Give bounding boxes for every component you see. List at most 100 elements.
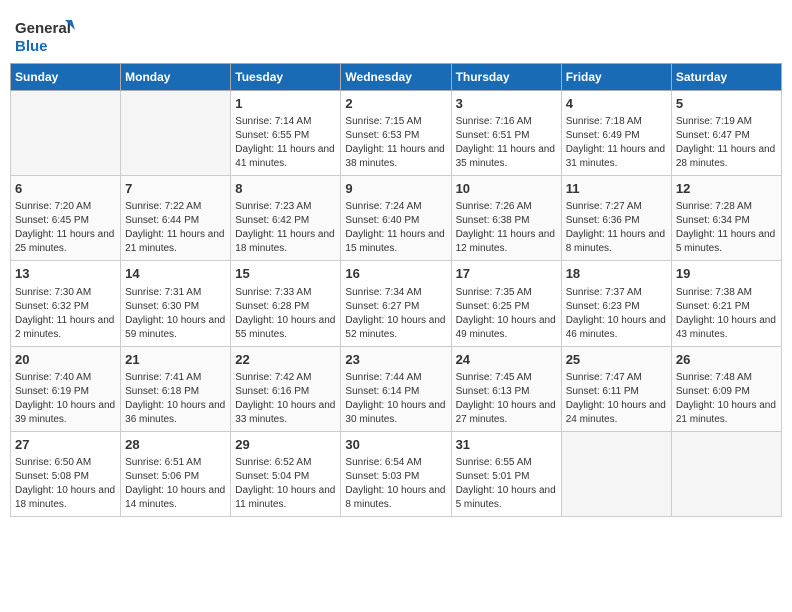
day-info: Sunrise: 7:41 AM Sunset: 6:18 PM Dayligh… [125, 371, 226, 427]
calendar-cell: 12 Sunrise: 7:28 AM Sunset: 6:34 PM Dayli… [671, 176, 781, 261]
col-header-friday: Friday [561, 64, 671, 91]
calendar-cell: 10 Sunrise: 7:26 AM Sunset: 6:38 PM Dayli… [451, 176, 561, 261]
day-info: Sunrise: 7:23 AM Sunset: 6:42 PM Dayligh… [235, 200, 336, 256]
day-number: 7 [125, 180, 226, 198]
day-number: 8 [235, 180, 336, 198]
calendar-cell: 23 Sunrise: 7:44 AM Sunset: 6:14 PM Dayli… [341, 346, 451, 431]
col-header-monday: Monday [121, 64, 231, 91]
day-number: 18 [566, 265, 667, 283]
calendar-header-row: SundayMondayTuesdayWednesdayThursdayFrid… [11, 64, 782, 91]
col-header-wednesday: Wednesday [341, 64, 451, 91]
day-number: 30 [345, 436, 446, 454]
calendar-cell: 7 Sunrise: 7:22 AM Sunset: 6:44 PM Daylig… [121, 176, 231, 261]
day-info: Sunrise: 7:42 AM Sunset: 6:16 PM Dayligh… [235, 371, 336, 427]
day-info: Sunrise: 7:44 AM Sunset: 6:14 PM Dayligh… [345, 371, 446, 427]
calendar-cell: 5 Sunrise: 7:19 AM Sunset: 6:47 PM Daylig… [671, 91, 781, 176]
calendar-cell: 26 Sunrise: 7:48 AM Sunset: 6:09 PM Dayli… [671, 346, 781, 431]
calendar-cell: 20Sunrise: 7:40 AM Sunset: 6:19 PM Dayli… [11, 346, 121, 431]
day-number: 31 [456, 436, 557, 454]
calendar-cell: 8 Sunrise: 7:23 AM Sunset: 6:42 PM Daylig… [231, 176, 341, 261]
day-info: Sunrise: 7:15 AM Sunset: 6:53 PM Dayligh… [345, 115, 446, 171]
day-number: 12 [676, 180, 777, 198]
calendar-cell: 1Sunrise: 7:14 AM Sunset: 6:55 PM Daylig… [231, 91, 341, 176]
calendar-cell [121, 91, 231, 176]
day-number: 22 [235, 351, 336, 369]
day-info: Sunrise: 6:51 AM Sunset: 5:06 PM Dayligh… [125, 456, 226, 512]
day-info: Sunrise: 7:33 AM Sunset: 6:28 PM Dayligh… [235, 286, 336, 342]
day-number: 10 [456, 180, 557, 198]
day-number: 27 [15, 436, 116, 454]
calendar-cell: 15 Sunrise: 7:33 AM Sunset: 6:28 PM Dayli… [231, 261, 341, 346]
day-number: 6 [15, 180, 116, 198]
day-info: Sunrise: 7:26 AM Sunset: 6:38 PM Dayligh… [456, 200, 557, 256]
day-info: Sunrise: 7:28 AM Sunset: 6:34 PM Dayligh… [676, 200, 777, 256]
day-info: Sunrise: 7:22 AM Sunset: 6:44 PM Dayligh… [125, 200, 226, 256]
calendar-cell: 25 Sunrise: 7:47 AM Sunset: 6:11 PM Dayli… [561, 346, 671, 431]
calendar-week-1: 1Sunrise: 7:14 AM Sunset: 6:55 PM Daylig… [11, 91, 782, 176]
calendar-cell [671, 431, 781, 516]
calendar-cell: 13 Sunrise: 7:30 AM Sunset: 6:32 PM Dayli… [11, 261, 121, 346]
calendar-cell: 3Sunrise: 7:16 AM Sunset: 6:51 PM Daylig… [451, 91, 561, 176]
calendar-cell: 30 Sunrise: 6:54 AM Sunset: 5:03 PM Dayli… [341, 431, 451, 516]
calendar-week-4: 20Sunrise: 7:40 AM Sunset: 6:19 PM Dayli… [11, 346, 782, 431]
day-info: Sunrise: 7:48 AM Sunset: 6:09 PM Dayligh… [676, 371, 777, 427]
day-number: 11 [566, 180, 667, 198]
calendar-cell: 31 Sunrise: 6:55 AM Sunset: 5:01 PM Dayli… [451, 431, 561, 516]
col-header-saturday: Saturday [671, 64, 781, 91]
day-info: Sunrise: 7:16 AM Sunset: 6:51 PM Dayligh… [456, 115, 557, 171]
day-info: Sunrise: 7:47 AM Sunset: 6:11 PM Dayligh… [566, 371, 667, 427]
day-number: 21 [125, 351, 226, 369]
day-info: Sunrise: 6:54 AM Sunset: 5:03 PM Dayligh… [345, 456, 446, 512]
day-number: 16 [345, 265, 446, 283]
calendar-cell: 27 Sunrise: 6:50 AM Sunset: 5:08 PM Dayli… [11, 431, 121, 516]
calendar-cell [11, 91, 121, 176]
day-number: 13 [15, 265, 116, 283]
day-info: Sunrise: 7:31 AM Sunset: 6:30 PM Dayligh… [125, 286, 226, 342]
calendar-cell: 19Sunrise: 7:38 AM Sunset: 6:21 PM Dayli… [671, 261, 781, 346]
calendar-cell: 21 Sunrise: 7:41 AM Sunset: 6:18 PM Dayli… [121, 346, 231, 431]
logo: GeneralBlue [15, 15, 75, 55]
day-number: 29 [235, 436, 336, 454]
day-number: 1 [235, 95, 336, 113]
day-info: Sunrise: 7:35 AM Sunset: 6:25 PM Dayligh… [456, 286, 557, 342]
calendar-table: SundayMondayTuesdayWednesdayThursdayFrid… [10, 63, 782, 517]
day-info: Sunrise: 7:37 AM Sunset: 6:23 PM Dayligh… [566, 286, 667, 342]
day-number: 15 [235, 265, 336, 283]
day-info: Sunrise: 6:55 AM Sunset: 5:01 PM Dayligh… [456, 456, 557, 512]
day-info: Sunrise: 7:30 AM Sunset: 6:32 PM Dayligh… [15, 286, 116, 342]
day-number: 17 [456, 265, 557, 283]
day-info: Sunrise: 7:20 AM Sunset: 6:45 PM Dayligh… [15, 200, 116, 256]
calendar-cell: 2 Sunrise: 7:15 AM Sunset: 6:53 PM Daylig… [341, 91, 451, 176]
calendar-cell: 4Sunrise: 7:18 AM Sunset: 6:49 PM Daylig… [561, 91, 671, 176]
page-header: GeneralBlue [10, 10, 782, 55]
col-header-sunday: Sunday [11, 64, 121, 91]
day-info: Sunrise: 7:38 AM Sunset: 6:21 PM Dayligh… [676, 286, 777, 342]
calendar-cell: 6 Sunrise: 7:20 AM Sunset: 6:45 PM Daylig… [11, 176, 121, 261]
day-info: Sunrise: 7:45 AM Sunset: 6:13 PM Dayligh… [456, 371, 557, 427]
day-number: 20 [15, 351, 116, 369]
day-number: 14 [125, 265, 226, 283]
calendar-cell: 14 Sunrise: 7:31 AM Sunset: 6:30 PM Dayli… [121, 261, 231, 346]
day-number: 9 [345, 180, 446, 198]
day-info: Sunrise: 6:52 AM Sunset: 5:04 PM Dayligh… [235, 456, 336, 512]
calendar-week-5: 27 Sunrise: 6:50 AM Sunset: 5:08 PM Dayli… [11, 431, 782, 516]
day-number: 2 [345, 95, 446, 113]
day-number: 23 [345, 351, 446, 369]
day-info: Sunrise: 7:19 AM Sunset: 6:47 PM Dayligh… [676, 115, 777, 171]
calendar-cell: 17 Sunrise: 7:35 AM Sunset: 6:25 PM Dayli… [451, 261, 561, 346]
calendar-cell: 18 Sunrise: 7:37 AM Sunset: 6:23 PM Dayli… [561, 261, 671, 346]
calendar-cell: 9 Sunrise: 7:24 AM Sunset: 6:40 PM Daylig… [341, 176, 451, 261]
day-number: 26 [676, 351, 777, 369]
day-info: Sunrise: 6:50 AM Sunset: 5:08 PM Dayligh… [15, 456, 116, 512]
day-number: 28 [125, 436, 226, 454]
calendar-cell [561, 431, 671, 516]
day-number: 25 [566, 351, 667, 369]
day-info: Sunrise: 7:24 AM Sunset: 6:40 PM Dayligh… [345, 200, 446, 256]
calendar-cell: 24Sunrise: 7:45 AM Sunset: 6:13 PM Dayli… [451, 346, 561, 431]
calendar-cell: 22 Sunrise: 7:42 AM Sunset: 6:16 PM Dayli… [231, 346, 341, 431]
svg-text:Blue: Blue [15, 38, 48, 55]
day-number: 5 [676, 95, 777, 113]
calendar-cell: 28 Sunrise: 6:51 AM Sunset: 5:06 PM Dayli… [121, 431, 231, 516]
col-header-tuesday: Tuesday [231, 64, 341, 91]
calendar-cell: 29 Sunrise: 6:52 AM Sunset: 5:04 PM Dayli… [231, 431, 341, 516]
